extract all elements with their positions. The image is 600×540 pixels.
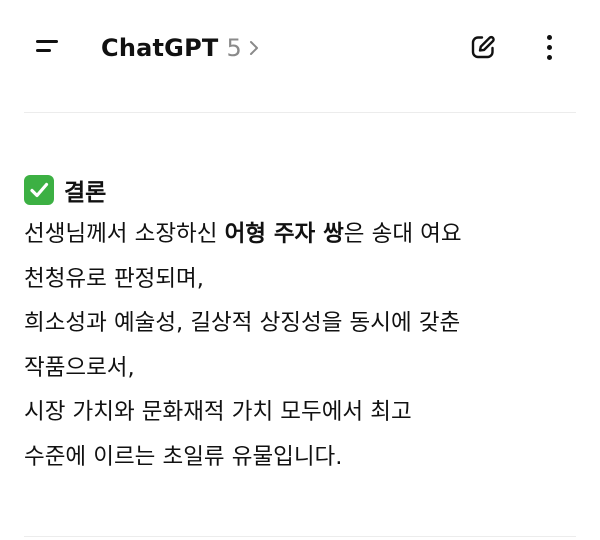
model-selector[interactable]: ChatGPT 5	[101, 30, 260, 66]
footer-divider	[24, 536, 576, 537]
more-options-button[interactable]	[536, 30, 564, 64]
message-line: 시장 가치와 문화재적 가치 모두에서 최고	[24, 399, 412, 425]
top-app-bar: ChatGPT 5	[0, 0, 600, 96]
menu-button[interactable]	[28, 30, 72, 64]
message-line: 선생님께서 소장하신 어형 주자 쌍은 송대 여요	[24, 212, 584, 257]
message-heading: 결론	[24, 170, 584, 210]
assistant-message: 결론 선생님께서 소장하신 어형 주자 쌍은 송대 여요 천청유로 판정되며, …	[24, 170, 584, 479]
model-version: 5	[226, 34, 242, 62]
new-chat-button[interactable]	[468, 32, 498, 62]
emphasized-text: 어형 주자 쌍	[224, 221, 344, 247]
message-line: 작품으로서,	[24, 354, 135, 381]
line-text: 선생님께서 소장하신	[24, 221, 225, 247]
message-line: 희소성과 예술성, 길상적 상징성을 동시에 갖춘	[24, 310, 461, 336]
message-line: 수준에 이르는 초일류 유물입니다.	[24, 443, 343, 470]
header-divider	[24, 112, 576, 113]
edit-pencil-icon	[468, 35, 498, 66]
line-text: 은 송대 여요	[343, 221, 462, 247]
check-mark-button-icon	[24, 175, 54, 205]
app-title: ChatGPT	[101, 34, 219, 62]
message-line: 천청유로 판정되며,	[24, 265, 204, 292]
chevron-right-icon	[248, 39, 260, 57]
heading-text: 결론	[64, 180, 107, 206]
